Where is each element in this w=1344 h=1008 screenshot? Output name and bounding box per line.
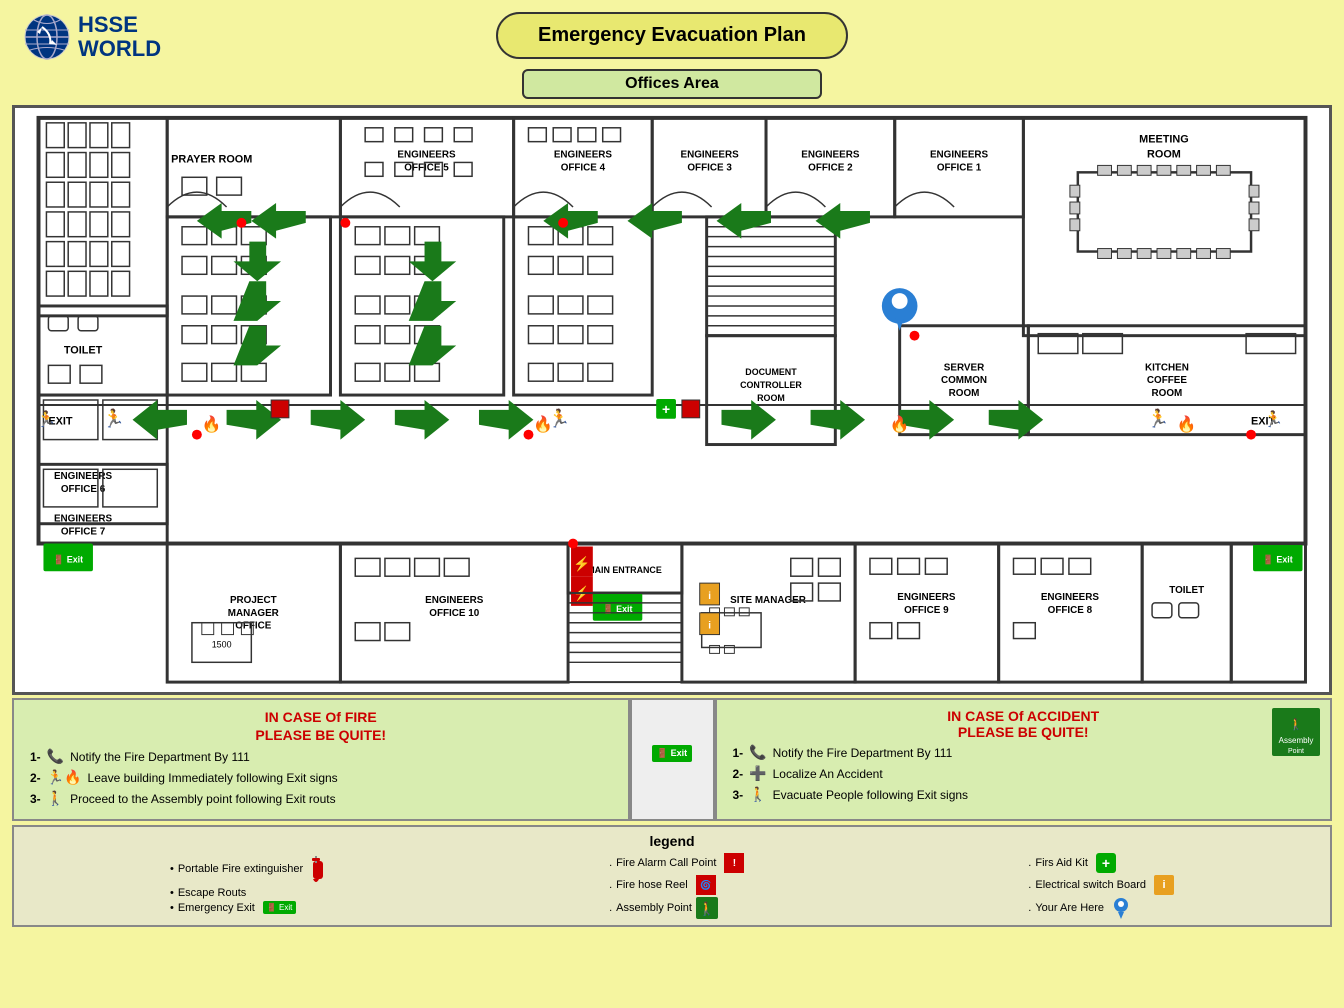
svg-text:🏃: 🏃 bbox=[1147, 408, 1169, 429]
fire-instructions: IN CASE Of FIRE PLEASE BE QUITE! 1- 📞 No… bbox=[12, 698, 630, 821]
page-container: HSSE WORLD Emergency Evacuation Plan Off… bbox=[0, 0, 1344, 1008]
legend-col-1: • Portable Fire extinguisher • Escape Ro… bbox=[170, 853, 325, 914]
legend-item-hose: . Fire hose Reel 🌀 bbox=[609, 875, 744, 895]
accident-step-3: 3- 🚶 Evacuate People following Exit sign… bbox=[733, 786, 1315, 803]
svg-text:ENGINEERS: ENGINEERS bbox=[425, 595, 484, 606]
svg-text:ENGINEERS: ENGINEERS bbox=[397, 149, 456, 160]
svg-text:OFFICE 1: OFFICE 1 bbox=[937, 162, 982, 173]
svg-text:⚡: ⚡ bbox=[573, 555, 590, 572]
svg-text:🔥: 🔥 bbox=[202, 415, 222, 434]
fire-title: IN CASE Of FIRE PLEASE BE QUITE! bbox=[30, 708, 612, 744]
svg-text:i: i bbox=[708, 621, 711, 632]
svg-text:MANAGER: MANAGER bbox=[228, 608, 279, 619]
legend-items: • Portable Fire extinguisher • Escape Ro… bbox=[28, 853, 1316, 919]
svg-text:🔥: 🔥 bbox=[890, 415, 910, 434]
svg-text:i: i bbox=[708, 591, 711, 602]
svg-text:ROOM: ROOM bbox=[1152, 388, 1183, 399]
svg-text:ENGINEERS: ENGINEERS bbox=[801, 149, 860, 160]
floorplan-svg: PRAYER ROOM TOILET ENGINEERS OFFICE 5 bbox=[15, 108, 1329, 692]
legend-item-electrical: . Electrical switch Board i bbox=[1028, 875, 1174, 895]
svg-text:🚪 Exit: 🚪 Exit bbox=[1263, 553, 1293, 564]
svg-text:KITCHEN: KITCHEN bbox=[1145, 362, 1189, 373]
accident-step-2: 2- ➕ Localize An Accident bbox=[733, 765, 1315, 782]
accident-step-1: 1- 📞 Notify the Fire Department By 111 bbox=[733, 744, 1315, 761]
svg-text:CONTROLLER: CONTROLLER bbox=[740, 380, 802, 390]
legend-item-alarm: . Fire Alarm Call Point ! bbox=[609, 853, 744, 873]
fire-step-2: 2- 🏃🔥 Leave building Immediately followi… bbox=[30, 769, 612, 786]
svg-text:ROOM: ROOM bbox=[1147, 148, 1181, 160]
svg-text:ENGINEERS: ENGINEERS bbox=[1041, 592, 1100, 603]
legend-item-youarehere: . Your Are Here bbox=[1028, 897, 1174, 919]
svg-text:ENGINEERS: ENGINEERS bbox=[54, 471, 113, 482]
main-title: Emergency Evacuation Plan bbox=[496, 12, 848, 59]
svg-text:OFFICE 2: OFFICE 2 bbox=[808, 162, 853, 173]
svg-text:🔥: 🔥 bbox=[1177, 415, 1197, 434]
legend-col-3: . Firs Aid Kit + . Electrical switch Boa… bbox=[1028, 853, 1174, 919]
svg-text:COFFEE: COFFEE bbox=[1147, 375, 1187, 386]
svg-text:PRAYER ROOM: PRAYER ROOM bbox=[171, 153, 252, 165]
svg-text:OFFICE 9: OFFICE 9 bbox=[904, 605, 949, 616]
svg-text:COMMON: COMMON bbox=[941, 375, 987, 386]
svg-text:ENGINEERS: ENGINEERS bbox=[554, 149, 613, 160]
svg-text:ENGINEERS: ENGINEERS bbox=[930, 149, 989, 160]
svg-text:ENGINEERS: ENGINEERS bbox=[681, 149, 740, 160]
svg-text:OFFICE 4: OFFICE 4 bbox=[561, 162, 606, 173]
legend-title: legend bbox=[28, 833, 1316, 849]
subtitle-box: Offices Area bbox=[522, 69, 822, 99]
logo-area: HSSE WORLD bbox=[22, 12, 161, 62]
legend-item-firstaid: . Firs Aid Kit + bbox=[1028, 853, 1174, 873]
svg-text:🏃: 🏃 bbox=[1264, 410, 1284, 429]
legend-item-assembly: . Assembly Point 🚶 bbox=[609, 897, 744, 919]
svg-text:SERVER: SERVER bbox=[944, 362, 984, 373]
svg-text:TOILET: TOILET bbox=[1169, 585, 1204, 596]
accident-instructions: IN CASE Of ACCIDENT PLEASE BE QUITE! 1- … bbox=[715, 698, 1333, 821]
legend-item-extinguisher: • Portable Fire extinguisher bbox=[170, 853, 325, 885]
svg-text:ENGINEERS: ENGINEERS bbox=[897, 592, 956, 603]
svg-text:MEETING: MEETING bbox=[1139, 134, 1189, 146]
svg-text:1500: 1500 bbox=[212, 639, 232, 649]
svg-text:MAIN ENTRANCE: MAIN ENTRANCE bbox=[587, 565, 662, 575]
svg-text:OFFICE 6: OFFICE 6 bbox=[61, 484, 106, 495]
svg-text:🚶: 🚶 bbox=[699, 901, 715, 916]
assembly-point-icon: 🚶 Assembly Point bbox=[1272, 708, 1320, 768]
fire-step-1: 1- 📞 Notify the Fire Department By 111 bbox=[30, 748, 612, 765]
header: HSSE WORLD Emergency Evacuation Plan bbox=[12, 12, 1332, 59]
legend-item-emergency-exit: • Emergency Exit 🚪 Exit bbox=[170, 901, 325, 914]
accident-title: IN CASE Of ACCIDENT PLEASE BE QUITE! bbox=[733, 708, 1315, 740]
svg-text:+: + bbox=[662, 401, 670, 417]
svg-text:OFFICE 7: OFFICE 7 bbox=[61, 527, 106, 538]
svg-text:🚶: 🚶 bbox=[1289, 718, 1303, 731]
svg-text:OFFICE 3: OFFICE 3 bbox=[687, 162, 732, 173]
globe-icon bbox=[22, 12, 72, 62]
svg-text:Assembly: Assembly bbox=[1279, 736, 1314, 745]
svg-text:Point: Point bbox=[1288, 748, 1304, 755]
svg-text:OFFICE 8: OFFICE 8 bbox=[1048, 605, 1093, 616]
fire-step-3: 3- 🚶 Proceed to the Assembly point follo… bbox=[30, 790, 612, 807]
legend-box: legend • Portable Fire extinguisher • Es… bbox=[12, 825, 1332, 927]
svg-text:OFFICE 10: OFFICE 10 bbox=[429, 608, 479, 619]
svg-text:🏃: 🏃 bbox=[548, 408, 570, 429]
legend-item-escape: • Escape Routs bbox=[170, 887, 325, 899]
svg-text:🚪 Exit: 🚪 Exit bbox=[53, 553, 83, 564]
floorplan: PRAYER ROOM TOILET ENGINEERS OFFICE 5 bbox=[12, 105, 1332, 695]
svg-text:🏃: 🏃 bbox=[37, 410, 57, 429]
legend-col-2: . Fire Alarm Call Point ! . Fire hose Re… bbox=[609, 853, 744, 919]
svg-text:🏃: 🏃 bbox=[103, 408, 125, 429]
svg-text:ROOM: ROOM bbox=[757, 393, 785, 403]
svg-text:PROJECT: PROJECT bbox=[230, 595, 277, 606]
svg-text:ROOM: ROOM bbox=[949, 388, 980, 399]
svg-text:TOILET: TOILET bbox=[64, 344, 103, 356]
logo-text: HSSE WORLD bbox=[78, 13, 161, 61]
svg-text:ENGINEERS: ENGINEERS bbox=[54, 514, 113, 525]
svg-text:DOCUMENT: DOCUMENT bbox=[745, 367, 797, 377]
